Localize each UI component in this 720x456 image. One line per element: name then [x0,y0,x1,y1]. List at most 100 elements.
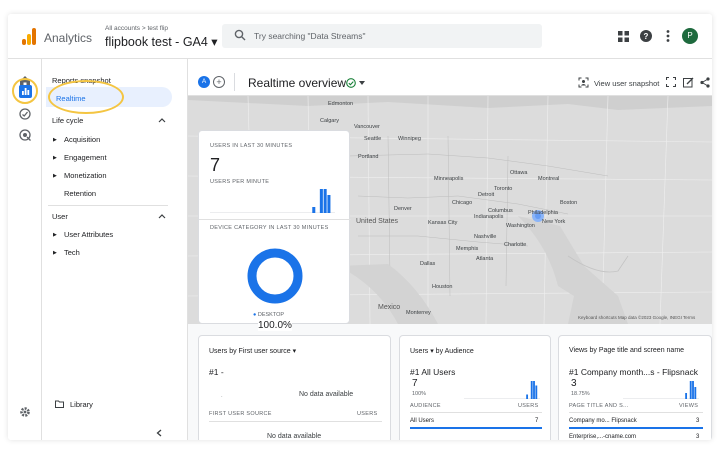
map-city-label: Vancouver [354,124,380,130]
source-col-header: FIRST USER SOURCE [209,411,272,417]
donut-slice-desktop[interactable] [247,248,303,304]
pages-row-name[interactable]: Enterprise,...-cname.com [569,434,636,440]
map-city-label: Denver [394,206,412,212]
pages-bar[interactable] [694,387,697,399]
sidebar-item-user-attributes[interactable]: User Attributes [64,230,113,239]
reports-sidebar: Reports snapshot Realtime Life cycle ▶ A… [42,59,188,440]
map-city-label: Winnipeg [398,136,421,142]
users-last-30-value: 7 [210,155,221,175]
sidebar-item-tech[interactable]: Tech [64,248,80,257]
chevron-up-icon[interactable] [158,117,166,123]
pages-row-name[interactable]: Company mo... Flipsnack [569,418,637,424]
sidebar-item-acquisition[interactable]: Acquisition [64,135,100,144]
map-city-label: Atlanta [476,256,494,262]
expand-arrow-icon[interactable]: ▶ [53,155,57,161]
app-name: Analytics [44,31,93,45]
per-minute-bar[interactable] [319,189,323,213]
expand-arrow-icon[interactable]: ▶ [53,250,57,256]
breadcrumb[interactable]: All accounts > test flip [105,25,168,32]
sidebar-item-monetization[interactable]: Monetization [64,171,107,180]
analytics-logo-icon[interactable] [22,28,36,45]
expand-arrow-icon[interactable]: ▶ [53,173,57,179]
audience-trend-chart[interactable] [464,379,540,399]
more-vert-icon[interactable] [661,29,675,43]
top-bar: Analytics All accounts > test flip flipb… [8,14,712,59]
reports-icon[interactable] [17,83,33,99]
users-last-30-label: USERS IN LAST 30 MINUTES [210,143,293,149]
audience-row-name[interactable]: All Users [410,418,434,424]
audience-bar[interactable] [530,381,533,399]
app-window: Analytics All accounts > test flip flipb… [8,14,712,440]
sidebar-item-engagement[interactable]: Engagement [64,153,107,162]
audience-card-title[interactable]: Users ▾ by Audience [410,347,474,355]
audience-bar[interactable] [533,381,535,399]
pages-bar[interactable] [685,393,688,399]
users-per-minute-chart[interactable] [210,187,335,213]
user-header[interactable]: User [52,212,68,221]
pages-trend-chart[interactable] [623,379,699,399]
left-rail [8,59,42,440]
map-city-label: Calgary [320,118,339,124]
source-no-data-chart: No data available [299,391,354,398]
search-input[interactable]: Try searching "Data Streams" [254,31,366,41]
user-snapshot-icon[interactable] [578,77,589,88]
map-city-label: New York [542,219,566,225]
advertising-icon[interactable] [17,127,33,143]
report-header: A + Realtime overview View user snapshot [188,59,712,96]
users-summary-card: USERS IN LAST 30 MINUTES 7 USERS PER MIN… [198,130,351,331]
caret-down-icon[interactable] [359,81,365,85]
audience-top-value: 7 [412,378,418,389]
map-city-label: Houston [432,284,453,290]
device-category-label: DEVICE CATEGORY IN LAST 30 MINUTES [210,225,329,231]
pages-bar[interactable] [689,381,692,399]
audience-bar[interactable] [535,385,538,400]
add-comparison-icon[interactable]: + [213,76,225,88]
pages-bar[interactable] [692,381,694,399]
pages-top-value: 3 [571,378,577,389]
view-user-snapshot-button[interactable]: View user snapshot [594,79,659,88]
audience-chip[interactable]: A [198,76,210,88]
avatar[interactable]: P [682,28,698,44]
pages-top-rank: #1 Company month...s - Flipsnack [569,367,698,377]
svg-text:?: ? [644,32,649,41]
library-link[interactable]: Library [70,400,93,409]
map-city-label: Charlotte [504,242,527,248]
audience-bar[interactable] [526,394,529,400]
users-by-audience-card: Users ▾ by Audience #1 All Users 7 100% … [399,335,551,440]
check-circle-icon[interactable] [346,78,356,88]
users-per-minute-label: USERS PER MINUTE [210,179,270,185]
pages-row-value: 3 [696,434,700,440]
pages-card-title[interactable]: Views by Page title and screen name [569,347,684,354]
fullscreen-icon[interactable] [666,77,676,87]
audience-row-value: 7 [535,418,539,424]
expand-arrow-icon[interactable]: ▶ [53,137,57,143]
per-minute-bar[interactable] [327,195,331,213]
expand-arrow-icon[interactable]: ▶ [53,232,57,238]
per-minute-bar[interactable] [323,189,327,213]
map-attribution[interactable]: Keyboard shortcuts Map data ©2023 Google… [578,315,695,320]
explore-icon[interactable] [17,106,33,122]
map-city-label: Minneapolis [434,176,464,182]
apps-grid-icon[interactable] [616,29,630,43]
device-donut-chart[interactable] [244,245,306,307]
map-city-label: Columbus [488,208,513,214]
source-card-title[interactable]: Users by First user source ▾ [209,347,296,355]
map-country-label: Mexico [378,304,401,311]
map-city-label: Nashville [474,234,497,240]
lifecycle-header[interactable]: Life cycle [52,116,83,125]
realtime-link[interactable]: Realtime [56,94,86,103]
property-selector[interactable]: flipbook test - GA4 ▾ [105,34,218,49]
map-country-label: United States [356,218,399,225]
chevron-up-icon[interactable] [158,213,166,219]
help-icon[interactable]: ? [639,29,653,43]
search-box[interactable]: Try searching "Data Streams" [222,24,542,48]
share-icon[interactable] [700,77,710,88]
device-percentage: 100.0% [258,320,292,331]
collapse-chevron-icon[interactable] [156,429,162,437]
audience-top-pct: 100% [412,391,427,397]
per-minute-bar[interactable] [312,207,316,213]
settings-gear-icon[interactable] [17,404,33,420]
edit-report-icon[interactable] [683,77,694,88]
users-col-header: USERS [518,403,539,409]
sidebar-item-retention[interactable]: Retention [64,189,96,198]
